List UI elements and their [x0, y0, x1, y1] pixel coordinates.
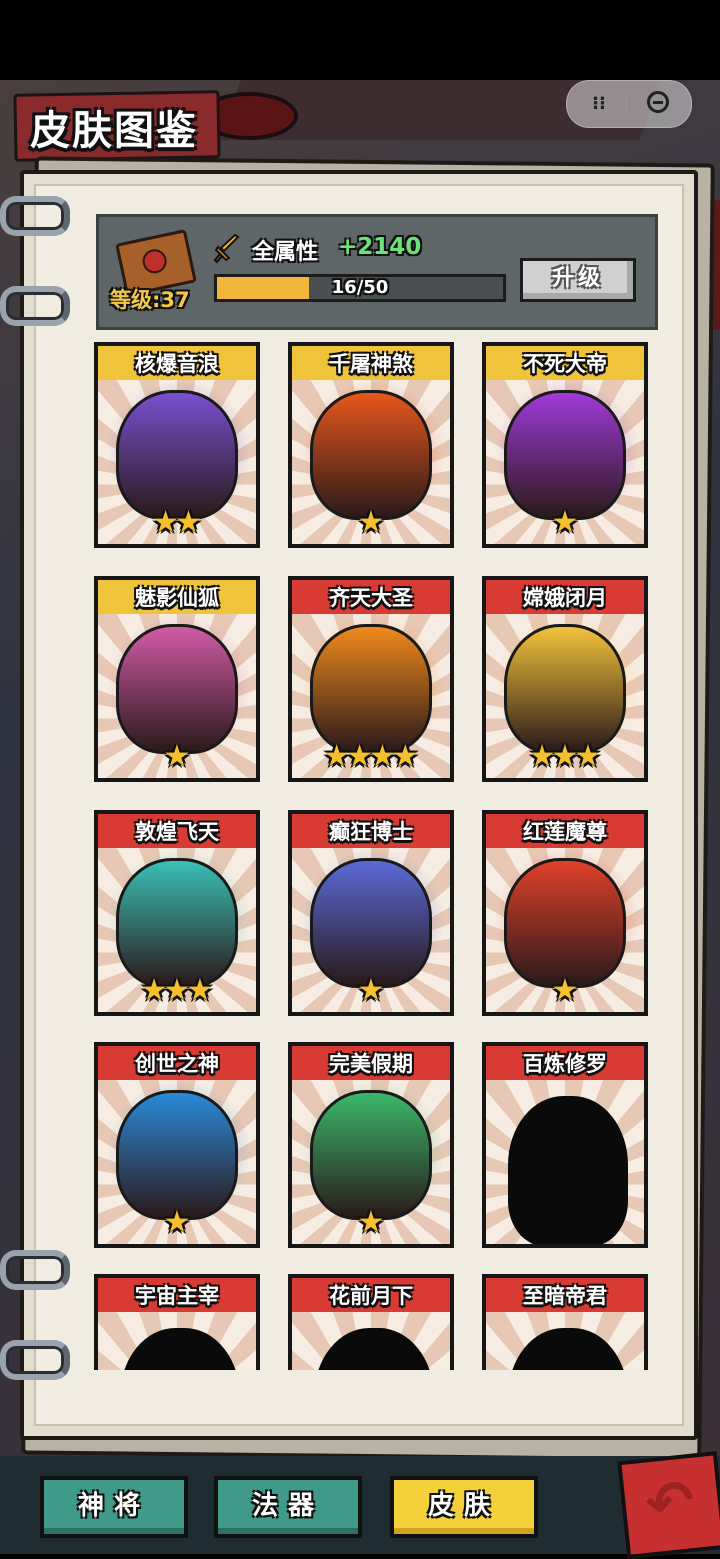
skin-grid: 核爆音浪 ★★ 千屠神煞 ★ 不死大帝 ★ 魅影仙狐 ★ 齐天大圣 ★★★★ 嫦娥闭月 ★★★ 敦煌飞天…	[80, 336, 670, 1370]
star-rating: ★★★★	[292, 742, 450, 772]
star-rating: ★★★	[98, 976, 256, 1006]
skin-name: 完美假期	[329, 1052, 413, 1076]
skin-name: 嫦娥闭月	[523, 586, 607, 610]
attribute-value: +2140	[338, 234, 422, 260]
skin-card[interactable]: 敦煌飞天 ★★★	[94, 810, 260, 1016]
skin-name: 齐天大圣	[329, 586, 413, 610]
attribute-label: 全属性	[252, 240, 319, 265]
star-rating: ★	[98, 742, 256, 772]
more-dots-icon[interactable]: ⁝⁝	[587, 92, 611, 116]
hero-portrait	[116, 390, 238, 520]
star-rating: ★	[98, 1208, 256, 1238]
star-rating: ★	[292, 1208, 450, 1238]
binder-ring-icon	[0, 196, 70, 236]
skin-name: 红莲魔尊	[523, 820, 607, 844]
capsule-divider	[629, 93, 630, 115]
back-button[interactable]: ↶	[617, 1451, 720, 1559]
page-title: 皮肤图鉴	[30, 108, 198, 154]
level-label: 等级:37	[110, 288, 190, 312]
hero-portrait	[504, 390, 626, 520]
hero-portrait	[116, 1090, 238, 1220]
skin-name: 癫狂博士	[329, 820, 413, 844]
star-icon: ★	[175, 505, 202, 540]
star-icon: ★	[357, 505, 385, 540]
star-icon: ★	[574, 739, 602, 774]
skin-card[interactable]: 红莲魔尊 ★	[482, 810, 648, 1016]
skin-card[interactable]: 宇宙主宰	[94, 1274, 260, 1370]
skin-name: 百炼修罗	[523, 1052, 607, 1076]
skin-card[interactable]: 创世之神 ★	[94, 1042, 260, 1248]
tab-skins[interactable]: 皮肤	[390, 1476, 538, 1538]
skin-card[interactable]: 嫦娥闭月 ★★★	[482, 576, 648, 782]
binder-ring-icon	[0, 1340, 70, 1380]
skin-name: 至暗帝君	[523, 1284, 607, 1308]
skin-card[interactable]: 癫狂博士 ★	[288, 810, 454, 1016]
level-progress-bar: 16/50	[214, 274, 506, 302]
star-icon: ★	[551, 973, 579, 1008]
skin-name: 不死大帝	[523, 352, 607, 376]
skin-card[interactable]: 魅影仙狐 ★	[94, 576, 260, 782]
tab-artifacts[interactable]: 法器	[214, 1476, 362, 1538]
star-icon: ★	[163, 739, 191, 774]
tab-generals[interactable]: 神将	[40, 1476, 188, 1538]
skin-card[interactable]: 不死大帝 ★	[482, 342, 648, 548]
skin-name: 宇宙主宰	[135, 1284, 219, 1308]
star-icon: ★	[163, 1205, 191, 1240]
skin-card[interactable]: 花前月下	[288, 1274, 454, 1370]
skin-card[interactable]: 完美假期 ★	[288, 1042, 454, 1248]
star-icon: ★	[391, 739, 419, 774]
status-area	[0, 0, 720, 80]
back-arrow-icon: ↶	[642, 1465, 698, 1539]
skin-name: 敦煌飞天	[135, 820, 219, 844]
hero-portrait	[116, 858, 238, 988]
binder-ring-icon	[0, 1250, 70, 1290]
skin-card[interactable]: 核爆音浪 ★★	[94, 342, 260, 548]
skin-name: 千屠神煞	[329, 352, 413, 376]
locked-silhouette	[508, 1096, 628, 1244]
skin-card[interactable]: 千屠神煞 ★	[288, 342, 454, 548]
hero-portrait	[310, 858, 432, 988]
star-rating: ★	[292, 976, 450, 1006]
hero-portrait	[310, 624, 432, 754]
skin-card[interactable]: 齐天大圣 ★★★★	[288, 576, 454, 782]
star-rating: ★	[292, 508, 450, 538]
skin-name: 魅影仙狐	[135, 586, 219, 610]
skin-card[interactable]: 百炼修罗	[482, 1042, 648, 1248]
star-rating: ★★★	[486, 742, 644, 772]
hero-portrait	[504, 624, 626, 754]
sword-icon	[213, 234, 240, 264]
upgrade-button[interactable]: 升级	[520, 258, 636, 302]
mini-program-capsule: ⁝⁝	[566, 80, 692, 128]
hero-portrait	[116, 624, 238, 754]
hero-portrait	[504, 858, 626, 988]
star-rating: ★	[486, 976, 644, 1006]
star-rating: ★★	[98, 508, 256, 538]
star-icon: ★	[186, 973, 214, 1008]
binder-ring-icon	[0, 286, 70, 326]
skin-name: 花前月下	[329, 1284, 413, 1308]
star-rating: ★	[486, 508, 644, 538]
star-icon: ★	[357, 1205, 385, 1240]
progress-text: 16/50	[331, 277, 389, 298]
skin-name: 核爆音浪	[135, 352, 219, 376]
skin-name: 创世之神	[135, 1052, 219, 1076]
hero-portrait	[310, 1090, 432, 1220]
skin-card[interactable]: 至暗帝君	[482, 1274, 648, 1370]
star-icon: ★	[551, 505, 579, 540]
hero-portrait	[310, 390, 432, 520]
star-icon: ★	[357, 973, 385, 1008]
close-circle-icon[interactable]	[647, 91, 669, 113]
